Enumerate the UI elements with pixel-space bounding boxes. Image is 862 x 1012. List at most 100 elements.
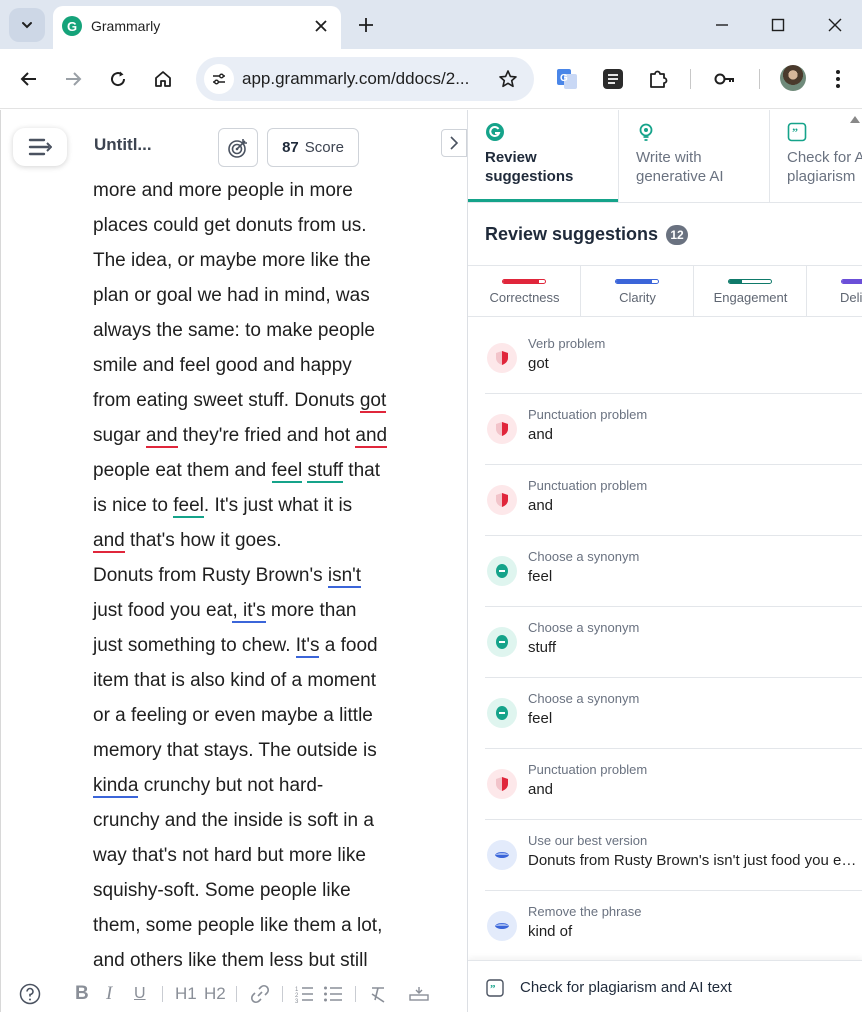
text-run: item that is also kind of a moment xyxy=(93,670,377,691)
category-progress-fill xyxy=(616,280,652,283)
back-button[interactable] xyxy=(14,64,44,94)
site-info-icon[interactable] xyxy=(204,64,234,94)
document-title[interactable]: Untitl... xyxy=(94,135,152,155)
flagged-word[interactable]: It's xyxy=(295,635,320,658)
scroll-up-arrow-icon[interactable] xyxy=(850,116,860,123)
suggestion-card[interactable]: Use our best version Donuts from Rusty Br… xyxy=(485,820,862,891)
text-run: that xyxy=(343,460,380,481)
flagged-word[interactable]: , it's xyxy=(232,600,266,623)
category-progress-bar xyxy=(502,279,546,284)
document-line: Donuts from Rusty Brown's isn't xyxy=(93,558,433,593)
heading1-button[interactable]: H1 xyxy=(175,982,197,1006)
plagiarism-check-button[interactable]: ” Check for plagiarism and AI text xyxy=(468,960,862,1012)
score-label: Score xyxy=(304,139,344,156)
italic-button[interactable]: I xyxy=(106,982,112,1006)
suggestion-card[interactable]: Choose a synonym feel xyxy=(485,536,862,607)
reader-extension-icon[interactable] xyxy=(601,67,625,91)
flagged-word[interactable]: feel xyxy=(173,495,204,518)
review-suggestions-header: Review suggestions 12 xyxy=(485,224,689,245)
category-correctness[interactable]: Correctness xyxy=(468,266,581,317)
category-clarity[interactable]: Clarity xyxy=(581,266,694,317)
flagged-word[interactable]: isn't xyxy=(327,565,362,588)
suggestion-card[interactable]: Choose a synonym stuff xyxy=(485,607,862,678)
maximize-button[interactable] xyxy=(763,12,793,38)
arrow-right-icon xyxy=(66,72,82,86)
suggestions-list: Verb problem got Punctuation problem and Pun… xyxy=(485,323,862,962)
document-line: from eating sweet stuff. Donuts got xyxy=(93,383,433,418)
clear-formatting-button[interactable] xyxy=(369,982,387,1006)
quote-icon: ” xyxy=(787,122,807,142)
reload-button[interactable] xyxy=(103,64,133,94)
document-menu-button[interactable] xyxy=(13,128,67,166)
address-bar[interactable]: app.grammarly.com/ddocs/2... xyxy=(196,57,534,101)
svg-text:G: G xyxy=(560,73,568,84)
tab-generative-ai[interactable]: Write with generative AI xyxy=(619,110,769,202)
chrome-menu-icon[interactable] xyxy=(826,67,850,91)
extensions-puzzle-icon[interactable] xyxy=(646,67,670,91)
collapse-panel-button[interactable] xyxy=(441,129,467,157)
new-tab-button[interactable] xyxy=(353,12,379,38)
text-run: The idea, or maybe more like the xyxy=(93,250,371,271)
text-run: just food you eat xyxy=(93,600,233,621)
underline-button[interactable]: U xyxy=(134,982,146,1006)
ruler-button[interactable] xyxy=(409,982,429,1006)
category-delivery[interactable]: Delivery xyxy=(807,266,862,317)
suggestion-text: Donuts from Rusty Brown's isn't just foo… xyxy=(528,852,862,869)
flagged-word[interactable]: and xyxy=(355,425,388,448)
tab-review-suggestions[interactable]: Review suggestions xyxy=(468,110,618,202)
suggestion-card[interactable]: Remove the phrase kind of xyxy=(485,891,862,962)
password-key-icon[interactable] xyxy=(713,67,737,91)
forward-button[interactable] xyxy=(58,64,88,94)
help-button[interactable] xyxy=(19,982,41,1006)
numbered-list-button[interactable]: 123 xyxy=(294,982,314,1006)
document-line: just something to chew. It's a food xyxy=(93,628,433,663)
performance-score-button[interactable]: 87 Score xyxy=(267,128,359,167)
suggestion-text: kind of xyxy=(528,923,573,940)
minimize-icon xyxy=(716,24,728,26)
link-button[interactable] xyxy=(250,982,270,1006)
suggestion-card[interactable]: Choose a synonym feel xyxy=(485,678,862,749)
bookmark-star-button[interactable] xyxy=(496,67,520,91)
document-editor: Untitl... 87 Score more and more people … xyxy=(0,110,468,1012)
flagged-word[interactable]: feel xyxy=(271,460,303,483)
profile-avatar[interactable] xyxy=(780,65,806,91)
browser-tab-grammarly[interactable]: G Grammarly xyxy=(53,6,341,49)
category-engagement[interactable]: Engagement xyxy=(694,266,807,317)
home-button[interactable] xyxy=(148,64,178,94)
text-run: more and more people in more xyxy=(93,180,353,201)
category-label: Engagement xyxy=(713,290,788,305)
grammarly-logo-icon xyxy=(485,122,505,142)
tab-title: Grammarly xyxy=(91,18,161,34)
text-run: from eating sweet stuff. Donuts xyxy=(93,390,360,411)
bold-button[interactable]: B xyxy=(75,982,89,1006)
document-body[interactable]: more and more people in more places could… xyxy=(93,173,433,978)
category-progress-bar xyxy=(615,279,659,284)
flagged-word[interactable]: kinda xyxy=(93,775,139,798)
google-translate-extension-icon[interactable]: G xyxy=(555,67,579,91)
suggestion-card[interactable]: Verb problem got xyxy=(485,323,862,394)
minimize-button[interactable] xyxy=(707,12,737,38)
text-run: . It's just what it is xyxy=(203,495,353,516)
flagged-word[interactable]: got xyxy=(359,390,387,413)
flagged-word[interactable]: and xyxy=(93,530,125,553)
tab-check-plagiarism[interactable]: ” Check for AI text & plagiarism xyxy=(770,110,862,202)
flagged-word[interactable]: stuff xyxy=(307,460,344,483)
tab-close-button[interactable] xyxy=(310,15,332,37)
target-icon xyxy=(228,138,247,158)
correctness-icon xyxy=(487,769,517,799)
section-title: Review suggestions xyxy=(485,224,659,244)
goals-button[interactable] xyxy=(218,128,258,167)
suggestion-count-badge: 12 xyxy=(666,224,689,245)
suggestion-card[interactable]: Punctuation problem and xyxy=(485,394,862,465)
flagged-word[interactable]: and xyxy=(145,425,178,448)
window-close-button[interactable] xyxy=(820,12,850,38)
suggestion-card[interactable]: Punctuation problem and xyxy=(485,749,862,820)
suggestion-card[interactable]: Punctuation problem and xyxy=(485,465,862,536)
suggestion-text: and xyxy=(528,497,554,514)
chevron-right-icon xyxy=(450,136,459,150)
clarity-icon xyxy=(487,840,517,870)
heading2-button[interactable]: H2 xyxy=(204,982,226,1006)
bullet-list-button[interactable] xyxy=(323,982,343,1006)
tab-search-button[interactable] xyxy=(9,8,45,42)
chevron-down-icon xyxy=(22,22,32,29)
